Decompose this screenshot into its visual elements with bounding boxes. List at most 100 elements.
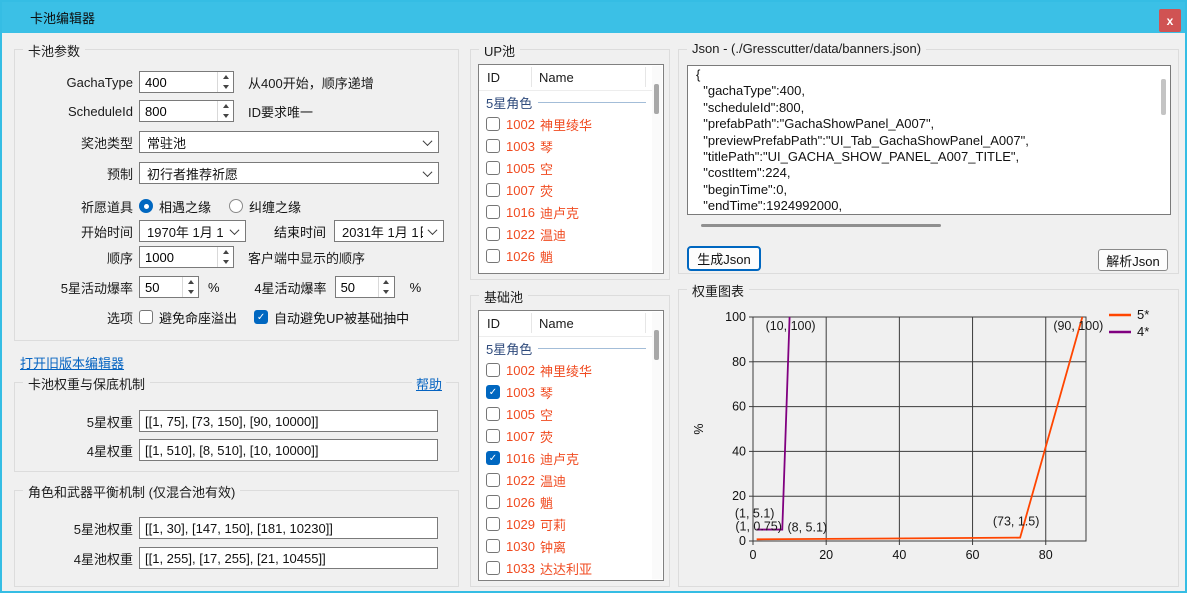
balance-group: 角色和武器平衡机制 (仅混合池有效) 5星池权重 4星池权重: [14, 490, 459, 587]
item-checkbox[interactable]: [486, 385, 500, 399]
item-name: 温迪: [540, 471, 566, 490]
wish-item-row: 祈愿道具 相遇之缘 纠缠之缘: [15, 195, 458, 217]
list-item-1030[interactable]: 1030钟离: [479, 535, 652, 557]
list-item-1007[interactable]: 1007荧: [479, 179, 652, 201]
item-checkbox[interactable]: [486, 249, 500, 263]
spin-up-icon[interactable]: [379, 277, 394, 287]
avoid-constellation-overflow-checkbox[interactable]: [139, 310, 153, 324]
radio-acquaint-fate[interactable]: [139, 199, 153, 213]
item-id: 1002: [506, 117, 535, 132]
scrollbar-thumb[interactable]: [654, 330, 659, 360]
item-checkbox[interactable]: [486, 161, 500, 175]
pool4-weight-input[interactable]: [139, 547, 438, 569]
rate5-spinner[interactable]: [139, 276, 199, 298]
item-name: 魈: [540, 247, 553, 266]
pool-type-value: 常驻池: [147, 133, 418, 152]
item-checkbox[interactable]: [486, 139, 500, 153]
item-name: 迪卢克: [540, 449, 579, 468]
order-spin-buttons[interactable]: [217, 247, 233, 267]
spin-up-icon[interactable]: [218, 101, 233, 111]
open-legacy-editor-link[interactable]: 打开旧版本编辑器: [20, 353, 124, 372]
rate5-input[interactable]: [140, 277, 182, 297]
spin-down-icon[interactable]: [218, 111, 233, 121]
order-input[interactable]: [140, 247, 217, 267]
item-checkbox[interactable]: [486, 561, 500, 575]
json-textarea[interactable]: { "gachaType":400, "scheduleId":800, "pr…: [687, 65, 1171, 215]
spin-down-icon[interactable]: [183, 287, 198, 297]
gacha-type-spin-buttons[interactable]: [217, 72, 233, 92]
list-item-1022[interactable]: 1022温迪: [479, 469, 652, 491]
scrollbar-thumb[interactable]: [1161, 79, 1166, 115]
list-item-1003[interactable]: 1003琴: [479, 135, 652, 157]
schedule-id-spin-buttons[interactable]: [217, 101, 233, 121]
order-spinner[interactable]: [139, 246, 234, 268]
item-checkbox[interactable]: [486, 363, 500, 377]
rate4-spin-buttons[interactable]: [378, 277, 394, 297]
chevron-down-icon: [230, 225, 240, 235]
rate4-spinner[interactable]: [335, 276, 395, 298]
item-checkbox[interactable]: [486, 473, 500, 487]
scrollbar-thumb[interactable]: [654, 84, 659, 114]
item-checkbox[interactable]: [486, 183, 500, 197]
json-vscrollbar[interactable]: [1158, 67, 1169, 213]
base-pool-list[interactable]: IDName5星角色1002神里绫华1003琴1005空1007荧1016迪卢克…: [478, 310, 664, 581]
list-item-1002[interactable]: 1002神里绫华: [479, 113, 652, 135]
weight4-input[interactable]: [139, 439, 438, 461]
titlebar[interactable]: 卡池编辑器: [2, 2, 1185, 33]
item-checkbox[interactable]: [486, 227, 500, 241]
weight5-input[interactable]: [139, 410, 438, 432]
spin-down-icon[interactable]: [218, 257, 233, 267]
schedule-id-input[interactable]: [140, 101, 217, 121]
item-id: 1007: [506, 429, 535, 444]
auto-avoid-up-checkbox[interactable]: [254, 310, 268, 324]
list-item-1016[interactable]: 1016迪卢克: [479, 447, 652, 469]
pool5-weight-input[interactable]: [139, 517, 438, 539]
schedule-id-spinner[interactable]: [139, 100, 234, 122]
parse-json-button[interactable]: 解析Json: [1098, 249, 1168, 271]
item-checkbox[interactable]: [486, 205, 500, 219]
close-button[interactable]: x: [1159, 9, 1181, 32]
list-item-1002[interactable]: 1002神里绫华: [479, 359, 652, 381]
rate5-spin-buttons[interactable]: [182, 277, 198, 297]
rate4-input[interactable]: [336, 277, 378, 297]
end-time-picker[interactable]: 2031年 1月 1日: [334, 220, 444, 242]
spin-down-icon[interactable]: [218, 82, 233, 92]
spin-up-icon[interactable]: [218, 247, 233, 257]
list-item-1026[interactable]: 1026魈: [479, 245, 652, 267]
item-checkbox[interactable]: [486, 451, 500, 465]
preset-combobox[interactable]: 初行者推荐祈愿: [139, 162, 439, 184]
list-item-1016[interactable]: 1016迪卢克: [479, 201, 652, 223]
gacha-type-spinner[interactable]: [139, 71, 234, 93]
json-hscrollbar[interactable]: [687, 222, 1171, 230]
generate-json-button[interactable]: 生成Json: [687, 246, 761, 271]
list-item-1029[interactable]: 1029可莉: [479, 513, 652, 535]
item-checkbox[interactable]: [486, 517, 500, 531]
spin-up-icon[interactable]: [183, 277, 198, 287]
scrollbar-thumb[interactable]: [701, 224, 941, 227]
gacha-type-input[interactable]: [140, 72, 217, 92]
spin-down-icon[interactable]: [379, 287, 394, 297]
list-item-1035[interactable]: 1035七七: [479, 579, 652, 581]
start-time-picker[interactable]: 1970年 1月 1日: [139, 220, 246, 242]
help-link[interactable]: 帮助: [412, 374, 446, 393]
legend-label-4*: 4*: [1137, 324, 1149, 339]
pool-type-combobox[interactable]: 常驻池: [139, 131, 439, 153]
item-checkbox[interactable]: [486, 495, 500, 509]
item-checkbox[interactable]: [486, 429, 500, 443]
up-pool-list[interactable]: IDName5星角色1002神里绫华1003琴1005空1007荧1016迪卢克…: [478, 64, 664, 274]
item-checkbox[interactable]: [486, 407, 500, 421]
base-pool-scrollbar[interactable]: [652, 312, 662, 579]
pool-type-label: 奖池类型: [15, 133, 133, 152]
radio-intertwined-fate[interactable]: [229, 199, 243, 213]
up-pool-scrollbar[interactable]: [652, 66, 662, 272]
spin-up-icon[interactable]: [218, 72, 233, 82]
list-item-1003[interactable]: 1003琴: [479, 381, 652, 403]
list-item-1022[interactable]: 1022温迪: [479, 223, 652, 245]
list-item-1005[interactable]: 1005空: [479, 403, 652, 425]
list-item-1007[interactable]: 1007荧: [479, 425, 652, 447]
list-item-1026[interactable]: 1026魈: [479, 491, 652, 513]
item-checkbox[interactable]: [486, 117, 500, 131]
list-item-1033[interactable]: 1033达达利亚: [479, 557, 652, 579]
item-checkbox[interactable]: [486, 539, 500, 553]
list-item-1005[interactable]: 1005空: [479, 157, 652, 179]
